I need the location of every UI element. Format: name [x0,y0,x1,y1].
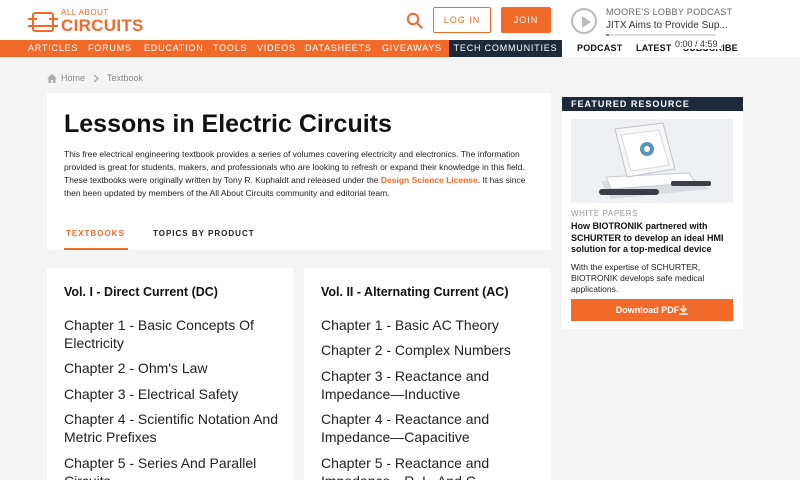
chapter-link[interactable]: Chapter 1 - Basic AC Theory [321,316,541,334]
logo-big-text: CIRCUITS [61,16,144,35]
podcast-time: 0:00 / 4:59 [672,39,721,49]
volume-title[interactable]: Vol. II - Alternating Current (AC) [321,285,509,299]
nav-videos[interactable]: VIDEOS [257,40,296,57]
nav-giveaways[interactable]: GIVEAWAYS [382,40,442,57]
tab-topics-by-product[interactable]: TOPICS BY PRODUCT [153,229,255,238]
nav-tech-communities[interactable]: TECH COMMUNITIES [449,40,562,57]
volume-title[interactable]: Vol. I - Direct Current (DC) [64,285,218,299]
chapter-link[interactable]: Chapter 4 - Scientific Notation And Metr… [64,410,284,446]
nav-latest[interactable]: LATEST [636,43,672,53]
tab-textbooks[interactable]: TEXTBOOKS [66,229,125,238]
nav-podcast[interactable]: PODCAST [577,43,622,53]
site-logo[interactable]: ALL ABOUT CIRCUITS [28,9,144,35]
tab-active-indicator [64,248,128,250]
download-pdf-label: Download PDF [615,305,680,315]
chapter-link[interactable]: Chapter 1 - Basic Concepts Of Electricit… [64,316,284,352]
login-button[interactable]: LOG IN [433,7,491,33]
medical-device-illustration [571,119,733,203]
podcast-title: MOORE'S LOBBY PODCAST [606,7,733,17]
nav-forums[interactable]: FORUMS [88,40,132,57]
home-icon [47,73,57,83]
featured-resource-image[interactable] [571,119,733,203]
search-icon[interactable] [406,12,423,29]
chapter-link[interactable]: Chapter 2 - Ohm's Law [64,359,284,377]
volume-card-ac: Vol. II - Alternating Current (AC) Chapt… [304,268,551,480]
nav-education[interactable]: EDUCATION [144,40,204,57]
chapter-link[interactable]: Chapter 3 - Electrical Safety [64,385,284,403]
resource-category: WHITE PAPERS [571,209,639,218]
podcast-progress-fill [606,34,610,36]
volume-card-dc: Vol. I - Direct Current (DC) Chapter 1 -… [47,268,293,480]
intro-text: This free electrical engineering textboo… [64,148,534,200]
breadcrumb-current[interactable]: Textbook [107,73,143,83]
nav-articles[interactable]: ARTICLES [28,40,78,57]
design-science-license-link[interactable]: Design Science License [381,175,478,185]
play-icon[interactable] [571,8,597,34]
top-header: ALL ABOUT CIRCUITS LOG IN JOIN MOORE'S L… [0,0,800,40]
download-pdf-button[interactable]: Download PDF [571,299,733,321]
chapter-link[interactable]: Chapter 4 - Reactance and Impedance—Capa… [321,410,541,446]
chapter-link[interactable]: Chapter 2 - Complex Numbers [321,341,541,359]
featured-resource-card: FEATURED RESOURCE WHITE PAPERS How BIOTR… [562,97,743,329]
breadcrumb-home[interactable]: Home [61,73,85,83]
chip-logo-icon [28,11,58,32]
breadcrumb: Home Textbook [47,73,143,83]
join-button[interactable]: JOIN [501,7,551,33]
podcast-episode-title[interactable]: JITX Aims to Provide Sup... [606,20,728,31]
textbook-intro-card: Lessons in Electric Circuits This free e… [47,93,551,250]
download-icon [679,305,688,315]
chapter-link[interactable]: Chapter 5 - Reactance and Impedance—R, L… [321,454,541,480]
chapter-link[interactable]: Chapter 5 - Series And Parallel Circuits [64,454,284,480]
chevron-right-icon [93,73,100,83]
chapter-link[interactable]: Chapter 3 - Reactance and Impedance—Indu… [321,367,541,403]
resource-title-link[interactable]: How BIOTRONIK partnered with SCHURTER to… [571,221,737,256]
featured-resource-heading: FEATURED RESOURCE [562,97,743,111]
resource-description: With the expertise of SCHURTER, BIOTRONI… [571,262,705,294]
page-title: Lessons in Electric Circuits [64,110,392,138]
nav-tools[interactable]: TOOLS [213,40,247,57]
podcast-progress-bar[interactable] [606,34,716,36]
nav-datasheets[interactable]: DATASHEETS [305,40,372,57]
